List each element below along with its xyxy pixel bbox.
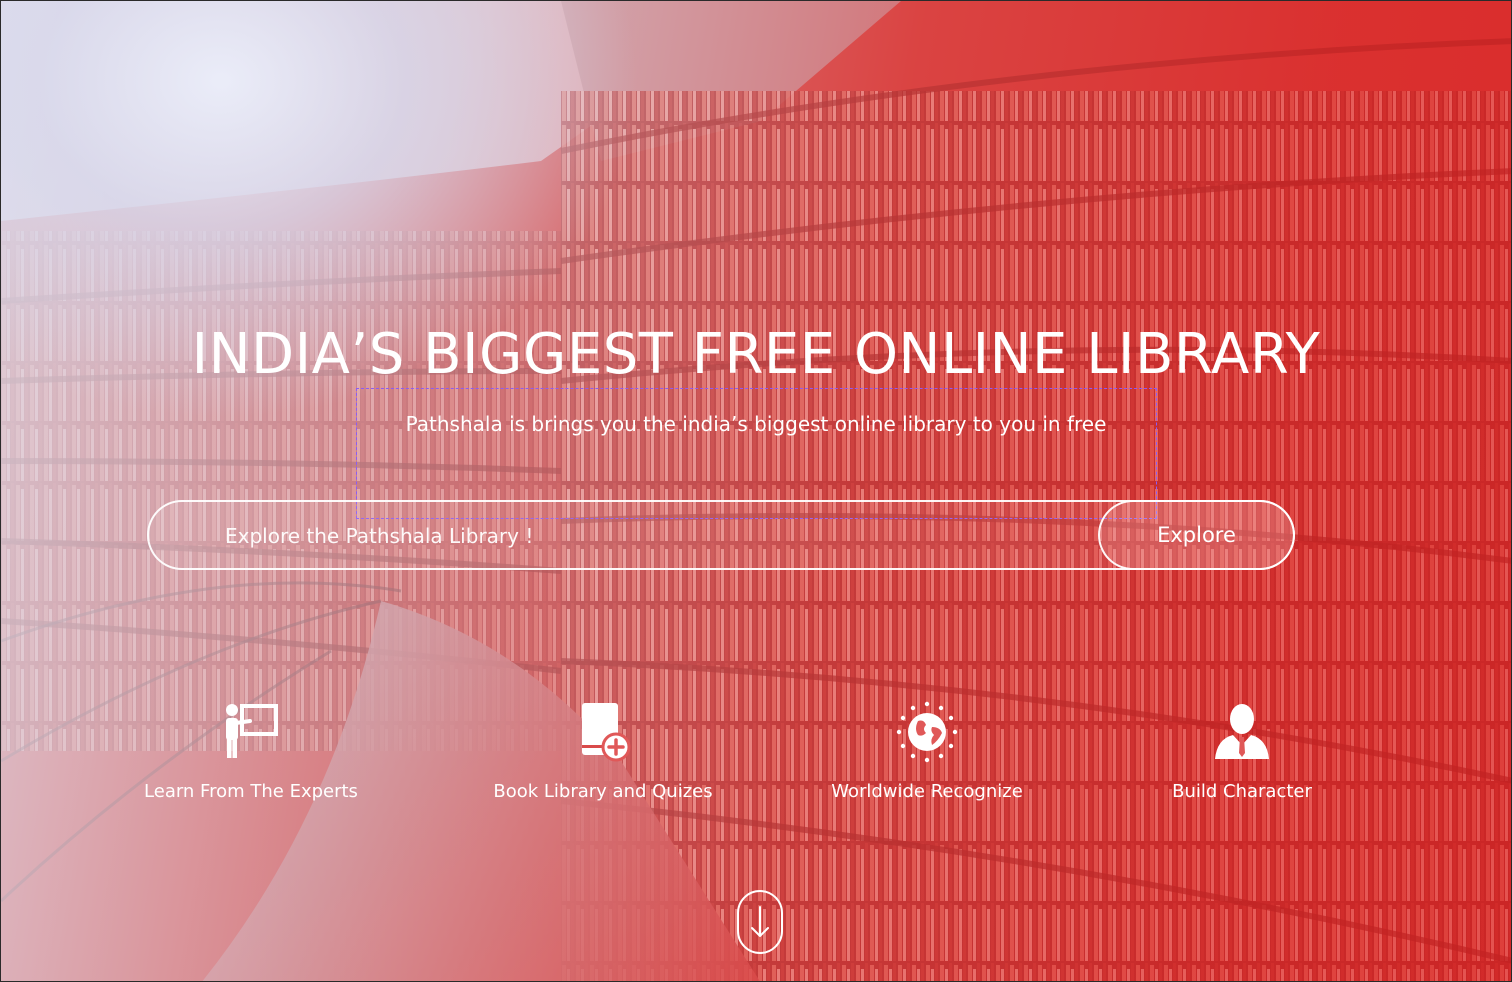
hero-section: INDIA’S BIGGEST FREE ONLINE LIBRARY Path… [0,0,1512,982]
feature-label: Worldwide Recognize [831,781,1023,802]
search-bar: Explore [147,500,1295,570]
feature-label: Learn From The Experts [144,781,358,802]
feature-label: Build Character [1172,781,1312,802]
page-title: INDIA’S BIGGEST FREE ONLINE LIBRARY [191,322,1321,387]
feature-build-character: Build Character [1112,701,1372,802]
search-input[interactable] [223,502,1087,570]
feature-book-library: Book Library and Quizes [473,701,733,802]
person-icon [1215,704,1269,759]
features-row: Learn From The Experts Book Library and … [1,701,1511,821]
add-book-icon [582,703,631,762]
feature-worldwide-recognize: Worldwide Recognize [797,701,1057,802]
scroll-down-button[interactable] [737,890,783,954]
globe-icon [896,701,958,763]
hero-subtitle: Pathshala is brings you the india’s bigg… [405,412,1107,436]
arrow-down-icon [751,906,769,937]
explore-button[interactable]: Explore [1098,500,1295,570]
feature-label: Book Library and Quizes [493,781,713,802]
teacher-board-icon [226,704,278,758]
feature-learn-from-experts: Learn From The Experts [121,701,381,802]
